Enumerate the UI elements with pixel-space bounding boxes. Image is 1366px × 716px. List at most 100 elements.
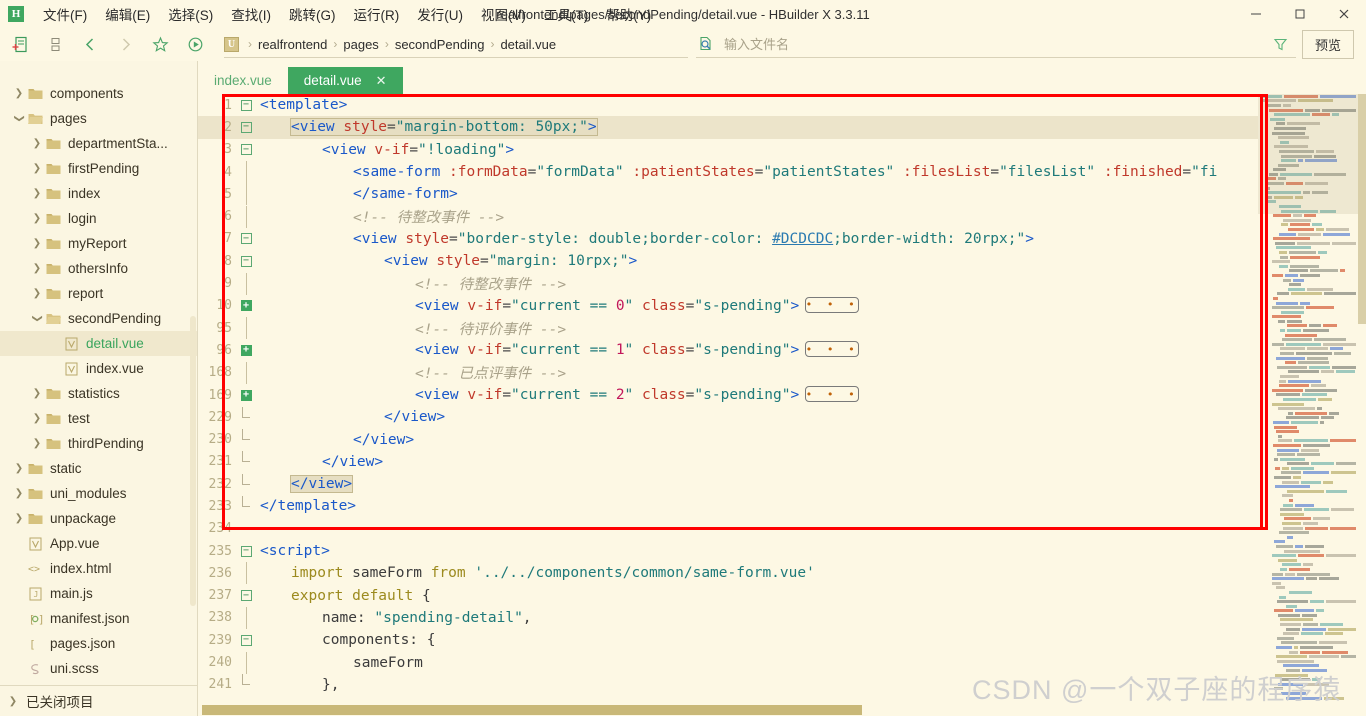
- code-lines[interactable]: 1− <template> 2− <view style="margin-bottom…: [198, 94, 1258, 716]
- tree-item-static[interactable]: ❯ static: [0, 456, 197, 481]
- menu-help[interactable]: 帮助(Y): [597, 1, 660, 27]
- tree-item-secondpending[interactable]: ❯ secondPending: [0, 306, 197, 331]
- chevron-right-icon[interactable]: ❯: [30, 188, 44, 199]
- code-line[interactable]: 231 </view>: [198, 451, 1258, 473]
- menu-goto[interactable]: 跳转(G): [280, 1, 345, 27]
- filter-icon[interactable]: [1273, 37, 1288, 52]
- chevron-right-icon[interactable]: ❯: [30, 163, 44, 174]
- fold-collapse-icon[interactable]: −: [238, 255, 254, 267]
- scrollbar-thumb[interactable]: [202, 705, 862, 715]
- code-line[interactable]: 230 </view>: [198, 428, 1258, 450]
- code-line[interactable]: 6 <!-- 待整改事件 -->: [198, 205, 1258, 228]
- tree-item-main-js[interactable]: ❯Jmain.js: [0, 581, 197, 606]
- forward-icon[interactable]: [110, 32, 140, 58]
- code-line[interactable]: 3− <view v-if="!loading">: [198, 139, 1258, 161]
- search-input[interactable]: [721, 35, 1273, 53]
- breadcrumb-secondpending[interactable]: secondPending: [395, 37, 485, 52]
- code-line[interactable]: 96 + <view v-if="current == 1" class="s-pe…: [198, 339, 1258, 361]
- preview-button[interactable]: 预览: [1301, 30, 1354, 59]
- chevron-right-icon[interactable]: ❯: [12, 463, 26, 474]
- tree-item-manifest-json[interactable]: ❯[]manifest.json: [0, 606, 197, 631]
- tree-item-pages-json[interactable]: ❯[ ]pages.json: [0, 631, 197, 656]
- code-line[interactable]: 8− <view style="margin: 10rpx;">: [198, 250, 1258, 272]
- tree-item-index[interactable]: ❯ index: [0, 181, 197, 206]
- code-line[interactable]: 95 <!-- 待评价事件 -->: [198, 317, 1258, 340]
- code-line[interactable]: 168 <!-- 已点评事件 -->: [198, 361, 1258, 384]
- code-line[interactable]: 4 <same-form :formData="formData" :patien…: [198, 161, 1258, 184]
- file-explorer-sidebar[interactable]: ❯ components ❯ pages ❯ departmentSta... ❯ first…: [0, 61, 198, 716]
- run-icon[interactable]: [180, 32, 210, 58]
- fold-collapse-icon[interactable]: −: [238, 545, 254, 557]
- tree-item-departmentsta---[interactable]: ❯ departmentSta...: [0, 131, 197, 156]
- tab-close-icon[interactable]: ✕: [376, 73, 387, 89]
- menu-select[interactable]: 选择(S): [159, 1, 222, 27]
- code-line[interactable]: 2− <view style="margin-bottom: 50px;">: [198, 116, 1258, 139]
- tree-item-uni-modules[interactable]: ❯ uni_modules: [0, 481, 197, 506]
- tree-item-othersinfo[interactable]: ❯ othersInfo: [0, 256, 197, 281]
- tree-item-index-vue[interactable]: ❯index.vue: [0, 356, 197, 381]
- close-button[interactable]: [1322, 0, 1366, 28]
- chevron-right-icon[interactable]: ❯: [12, 488, 26, 499]
- code-line[interactable]: 232 </view>: [198, 473, 1258, 495]
- code-line[interactable]: 233 </template>: [198, 495, 1258, 517]
- chevron-right-icon[interactable]: ❯: [12, 88, 26, 99]
- menu-edit[interactable]: 编辑(E): [96, 1, 159, 27]
- breadcrumb-realfrontend[interactable]: realfrontend: [258, 37, 327, 52]
- menu-run[interactable]: 运行(R): [345, 1, 409, 27]
- tree-item-test[interactable]: ❯ test: [0, 406, 197, 431]
- tree-item-thirdpending[interactable]: ❯ thirdPending: [0, 431, 197, 456]
- folded-code-placeholder[interactable]: • • •: [805, 341, 860, 358]
- tree-item-statistics[interactable]: ❯ statistics: [0, 381, 197, 406]
- chevron-right-icon[interactable]: ❯: [30, 263, 44, 274]
- tree-item-myreport[interactable]: ❯ myReport: [0, 231, 197, 256]
- fold-collapse-icon[interactable]: −: [238, 634, 254, 646]
- closed-projects-row[interactable]: ❯ 已关闭项目: [0, 685, 197, 716]
- tree-item-index-html[interactable]: ❯<>index.html: [0, 556, 197, 581]
- tab-detail-vue[interactable]: detail.vue ✕: [287, 67, 403, 94]
- sidebar-scrollbar[interactable]: [190, 316, 196, 606]
- fold-collapse-icon[interactable]: −: [238, 233, 254, 245]
- tree-item-pages[interactable]: ❯ pages: [0, 106, 197, 131]
- menu-file[interactable]: 文件(F): [34, 1, 96, 27]
- maximize-button[interactable]: [1278, 0, 1322, 28]
- code-line[interactable]: 7− <view style="border-style: double;bord…: [198, 228, 1258, 250]
- chevron-right-icon[interactable]: ❯: [30, 288, 44, 299]
- fold-collapse-icon[interactable]: −: [238, 144, 254, 156]
- minimap-viewport[interactable]: [1258, 94, 1358, 214]
- favorite-icon[interactable]: [145, 32, 175, 58]
- code-line[interactable]: 9 <!-- 待整改事件 -->: [198, 272, 1258, 295]
- code-line[interactable]: 5 </same-form>: [198, 183, 1258, 206]
- code-line[interactable]: 10 + <view v-if="current == 0" class="s-pe…: [198, 295, 1258, 317]
- menu-view[interactable]: 视图(V): [472, 1, 535, 27]
- fold-collapse-icon[interactable]: −: [238, 121, 254, 133]
- code-line[interactable]: 229 </view>: [198, 406, 1258, 428]
- chevron-right-icon[interactable]: ❯: [30, 213, 44, 224]
- tree-item-unpackage[interactable]: ❯ unpackage: [0, 506, 197, 531]
- editor-vertical-scrollbar[interactable]: [1358, 94, 1366, 324]
- new-file-icon[interactable]: [5, 32, 35, 58]
- code-line[interactable]: 241},: [198, 674, 1258, 696]
- tree-item-login[interactable]: ❯ login: [0, 206, 197, 231]
- minimize-button[interactable]: [1234, 0, 1278, 28]
- code-editor[interactable]: 1− <template> 2− <view style="margin-bottom…: [198, 94, 1366, 716]
- chevron-right-icon[interactable]: ❯: [30, 388, 44, 399]
- menu-find[interactable]: 查找(I): [222, 1, 280, 27]
- code-line[interactable]: 235− <script>: [198, 540, 1258, 562]
- code-line[interactable]: 236 import sameForm from '../../component…: [198, 562, 1258, 585]
- fold-expand-icon[interactable]: +: [238, 389, 254, 401]
- code-line[interactable]: 238 name: "spending-detail",: [198, 606, 1258, 629]
- menu-tools[interactable]: 工具(T): [535, 1, 597, 27]
- menu-publish[interactable]: 发行(U): [408, 1, 472, 27]
- tree-item-report[interactable]: ❯ report: [0, 281, 197, 306]
- code-minimap[interactable]: [1258, 94, 1358, 716]
- breadcrumb-pages[interactable]: pages: [343, 37, 378, 52]
- fold-expand-icon[interactable]: +: [238, 300, 254, 312]
- folded-code-placeholder[interactable]: • • •: [805, 386, 860, 402]
- code-line[interactable]: 234: [198, 518, 1258, 540]
- breadcrumb-detailvue[interactable]: detail.vue: [500, 37, 556, 52]
- tree-item-components[interactable]: ❯ components: [0, 81, 197, 106]
- code-line[interactable]: 1− <template>: [198, 94, 1258, 116]
- tree-item-firstpending[interactable]: ❯ firstPending: [0, 156, 197, 181]
- chevron-right-icon[interactable]: ❯: [30, 238, 44, 249]
- chevron-right-icon[interactable]: ❯: [30, 438, 44, 449]
